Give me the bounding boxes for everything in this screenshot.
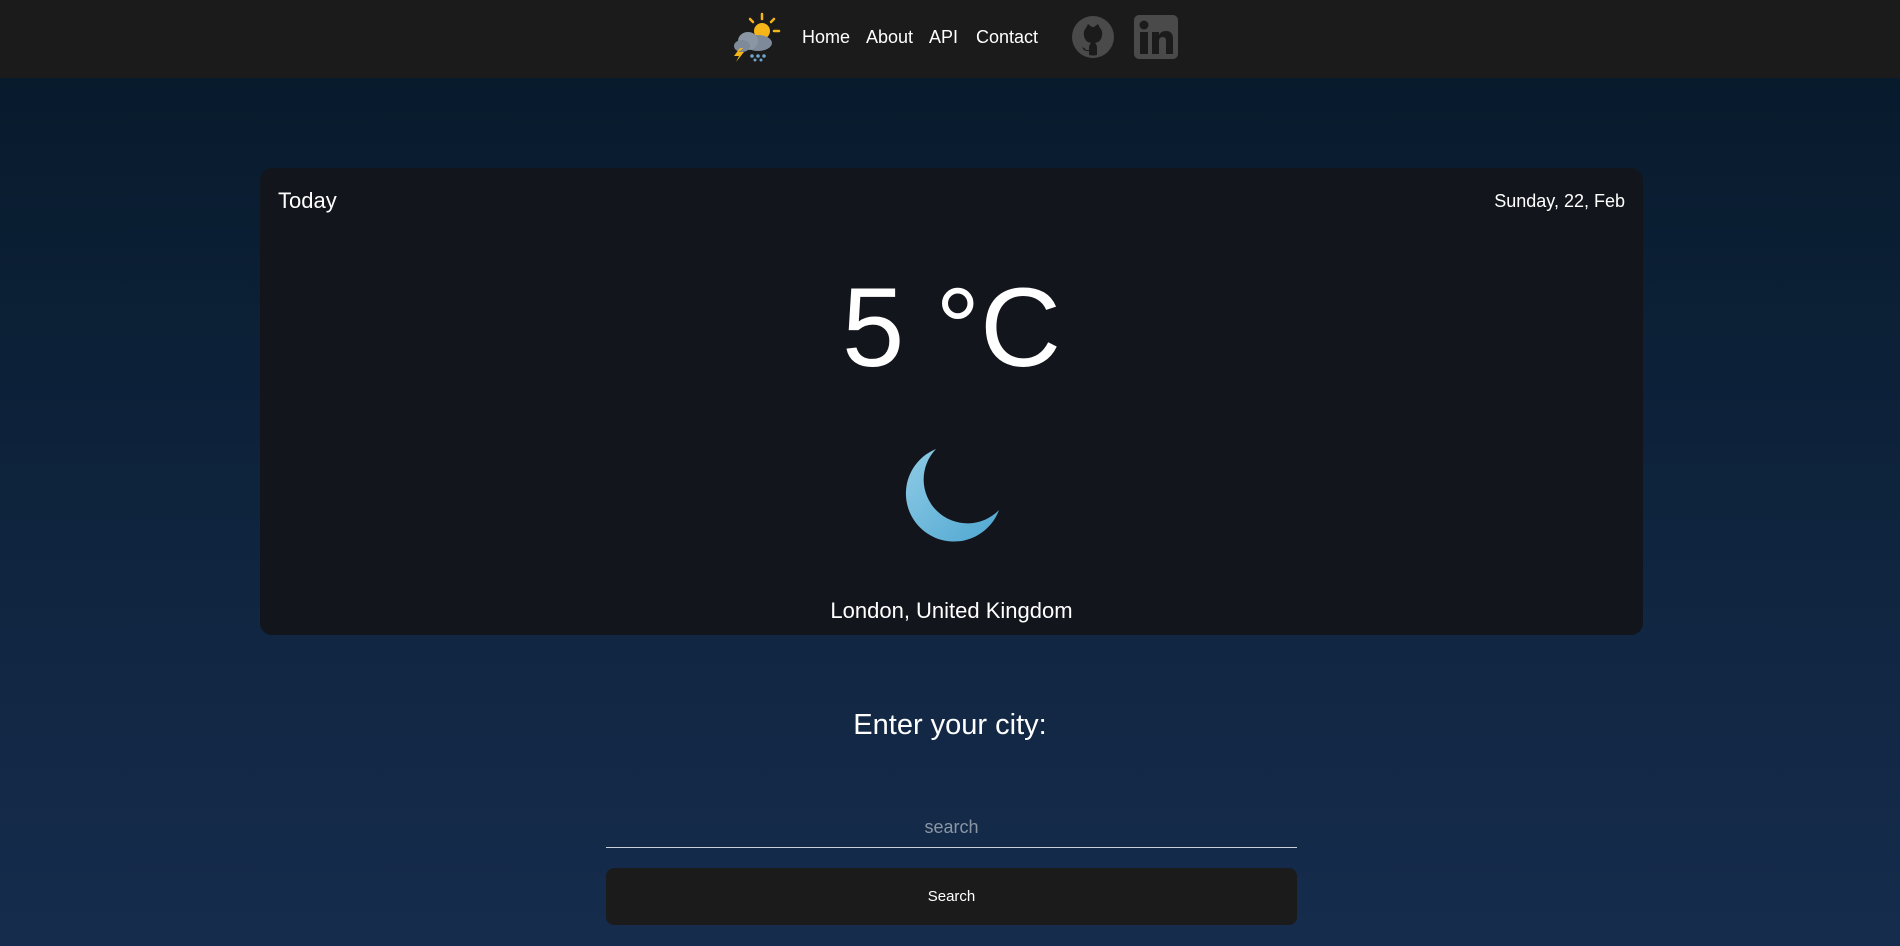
date-label: Sunday, 22, Feb: [1494, 191, 1625, 211]
nav-about-link[interactable]: About: [866, 26, 913, 48]
weather-card: Today Sunday, 22, Feb 5 °C London, Unite…: [260, 168, 1643, 635]
search-button[interactable]: Search: [606, 868, 1297, 925]
city-prompt: Enter your city:: [853, 709, 1047, 741]
nav-home-link[interactable]: Home: [802, 26, 850, 48]
navbar: Home About API Contact: [0, 0, 1900, 78]
location-label: London, United Kingdom: [830, 598, 1073, 623]
nav-contact-link[interactable]: Contact: [976, 26, 1038, 48]
github-icon[interactable]: [1071, 15, 1115, 59]
weather-logo-icon[interactable]: [728, 12, 782, 62]
city-search-input[interactable]: [606, 808, 1297, 848]
linkedin-icon[interactable]: [1133, 14, 1179, 60]
moon-icon: [900, 444, 1004, 548]
today-label: Today: [278, 188, 337, 213]
temperature-value: 5 °C: [841, 265, 1062, 390]
nav-api-link[interactable]: API: [929, 26, 958, 48]
